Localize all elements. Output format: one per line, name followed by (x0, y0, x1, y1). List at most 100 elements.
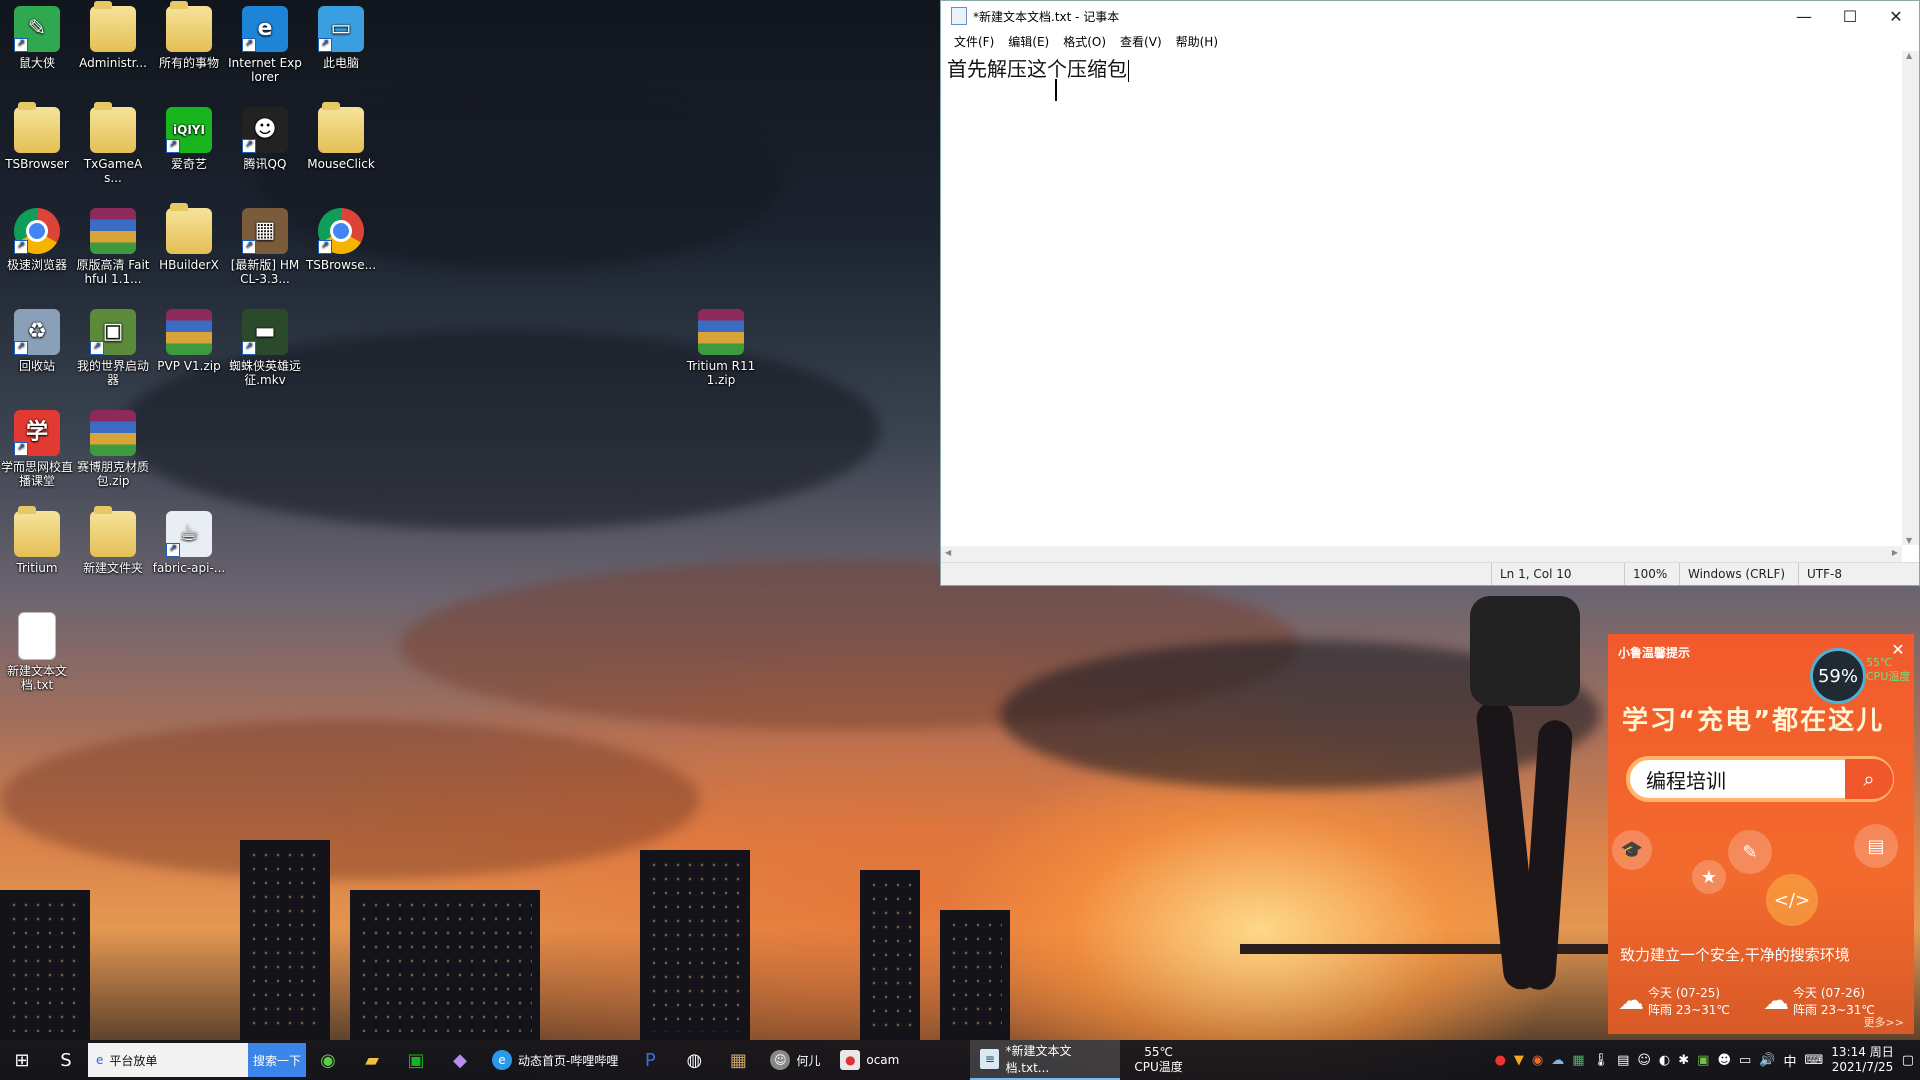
ie-icon: e (96, 1053, 104, 1067)
desktop-icon[interactable]: 所有的事物 (152, 1, 226, 96)
nvidia-icon[interactable]: ▣ (1697, 1053, 1709, 1068)
desktop-icon[interactable]: Administr... (76, 1, 150, 96)
people-icon[interactable]: ☺ (1637, 1053, 1651, 1068)
keyboard-icon[interactable]: ⌨ (1805, 1053, 1824, 1068)
desktop-icon[interactable]: 新建文件夹 (76, 506, 150, 601)
minimize-button[interactable]: — (1781, 1, 1827, 31)
vertical-scrollbar[interactable] (1902, 51, 1919, 545)
360-browser-icon[interactable]: ◉ (306, 1040, 350, 1080)
ime-indicator[interactable]: 中 (1784, 1051, 1797, 1070)
notepad-titlebar[interactable]: *新建文本文档.txt - 记事本 — ☐ ✕ (941, 1, 1919, 31)
desktop-icon[interactable]: ▣ ↗ 我的世界启动器 (76, 305, 150, 399)
graduation-cap-icon: 🎓 (1612, 830, 1652, 870)
desktop-icon[interactable]: MouseClick (304, 102, 378, 197)
shortcut-arrow-icon: ↗ (166, 543, 180, 557)
iqiyi-icon[interactable]: ▣ (394, 1040, 438, 1080)
notepad-text: 首先解压这个压缩包 (947, 57, 1127, 81)
desktop-icon[interactable]: ▦ ↗ [最新版] HMCL-3.3... (228, 204, 302, 298)
search-icon[interactable]: ⌕ (1845, 759, 1893, 799)
desktop-icon[interactable]: PVP V1.zip (152, 305, 226, 399)
taskbar-search-button[interactable]: 搜索一下 (248, 1043, 306, 1077)
popup-search-input[interactable]: 编程培训 (1630, 765, 1845, 794)
desktop-icon[interactable]: TSBrowser (0, 102, 74, 197)
app-icon: ▭ ↗ (318, 6, 364, 52)
record-icon[interactable]: ● (1495, 1053, 1506, 1068)
notepad-text-area[interactable]: 首先解压这个压缩包 (941, 51, 1902, 545)
volume-icon[interactable]: 🔊 (1759, 1053, 1775, 1068)
desktop-icon-label: TSBrowse... (305, 258, 377, 272)
browser-icon: ↗ (318, 208, 364, 254)
firefox-icon[interactable]: ◉ (1532, 1053, 1543, 1068)
desktop-icon[interactable]: 原版高清 Faithful 1.1... (76, 204, 150, 298)
close-button[interactable]: ✕ (1873, 1, 1919, 31)
desktop-icon[interactable]: 赛博朋克材质包.zip (76, 406, 150, 500)
menu-view[interactable]: 查看(V) (1113, 33, 1169, 50)
browser-logo-icon[interactable]: S (44, 1040, 88, 1080)
menu-edit[interactable]: 编辑(E) (1001, 33, 1056, 50)
desktop-icon-label: 蜘蛛侠英雄远征.mkv (228, 359, 301, 387)
desktop-icon[interactable]: ▬ ↗ 蜘蛛侠英雄远征.mkv (228, 305, 302, 399)
chrome-icon[interactable]: ◍ (672, 1040, 716, 1080)
taskbar-app-notepad[interactable]: ≡ *新建文本文档.txt... (970, 1040, 1121, 1080)
shortcut-arrow-icon: ↗ (242, 38, 256, 52)
status-position: Ln 1, Col 10 (1491, 563, 1624, 585)
thermometer-icon[interactable]: 🌡 (1593, 1053, 1610, 1068)
desktop-icon[interactable]: HBuilderX (152, 203, 226, 298)
desktop-icon[interactable]: ✎ ↗ 鼠大侠 (0, 2, 74, 96)
taskbar-app-bilibili[interactable]: e 动态首页-哔哩哔哩 (482, 1040, 628, 1080)
folder-icon (318, 102, 364, 153)
weather-day: ☁ 今天 (07-25) 阵雨 23~31℃ (1618, 974, 1763, 1028)
windows-start-icon[interactable]: ⊞ (0, 1040, 44, 1080)
archive-icon (166, 309, 212, 355)
shield-icon[interactable]: ▼ (1514, 1053, 1524, 1068)
desktop-icon[interactable]: ☕ ↗ fabric-api-... (152, 507, 226, 601)
cloud-sync-icon[interactable]: ☁ (1551, 1053, 1564, 1068)
file-explorer-icon[interactable]: ▰ (350, 1040, 394, 1080)
desktop-icon[interactable]: iQIYI ↗ 爱奇艺 (152, 103, 226, 197)
desktop-icon-label: 此电脑 (322, 56, 359, 70)
menu-help[interactable]: 帮助(H) (1169, 33, 1225, 50)
taskbar: ⊞ S e 平台放单 搜索一下 ◉ ▰ ▣ ◆ e 动态首页-哔哩哔哩 P ◍ ▦ … (0, 1040, 1920, 1080)
spreadsheet-icon[interactable]: ▦ (1572, 1053, 1584, 1068)
popup-more-link[interactable]: 更多>> (1864, 1014, 1904, 1030)
desktop-icon-label: Tritium (16, 561, 58, 575)
desktop-icon[interactable]: TxGameAs... (76, 102, 150, 197)
taskbar-app-ocam[interactable]: ● ocam (830, 1040, 970, 1080)
desktop-icon[interactable]: ↗ TSBrowse... (304, 204, 378, 298)
ad-popup[interactable]: 小鲁温馨提示 ✕ 学习“充电”都在这儿 编程培训 ⌕ 🎓 ★ ✎ </> ▤ 致… (1608, 634, 1914, 1034)
clock[interactable]: 13:14 周日 2021/7/25 (1831, 1045, 1893, 1075)
taskbar-app-he[interactable]: ☺ 何儿 (760, 1040, 830, 1080)
desktop-icon[interactable]: 学 ↗ 学而思网校直播课堂 (0, 406, 74, 500)
desktop-icon[interactable]: Tritium R111.zip (684, 305, 758, 399)
popup-search-box[interactable]: 编程培训 ⌕ (1626, 756, 1894, 802)
bluetooth-icon[interactable]: ✱ (1678, 1053, 1689, 1068)
desktop-icon[interactable]: Tritium (0, 506, 74, 601)
desktop-icon[interactable]: ♻ ↗ 回收站 (0, 305, 74, 399)
mouse-ibeam-cursor (1055, 79, 1057, 101)
shortcut-arrow-icon: ↗ (90, 341, 104, 355)
maps-pin-icon[interactable]: ◆ (438, 1040, 482, 1080)
document-icon[interactable]: ▤ (1617, 1053, 1629, 1068)
desktop-icon-label: TSBrowser (5, 157, 69, 171)
desktop-icon[interactable]: 新建文本文档.txt (0, 608, 74, 702)
maximize-button[interactable]: ☐ (1827, 1, 1873, 31)
minecraft-icon[interactable]: ▦ (716, 1040, 760, 1080)
p-app-icon[interactable]: P (628, 1040, 672, 1080)
desktop-icon[interactable]: ↗ 极速浏览器 (0, 204, 74, 298)
notification-icon[interactable]: ▢ (1902, 1053, 1914, 1068)
horizontal-scrollbar[interactable] (941, 546, 1902, 563)
cpu-usage-widget[interactable]: 59% (1810, 648, 1866, 704)
desktop-icon-label: 原版高清 Faithful 1.1... (76, 258, 150, 286)
menu-file[interactable]: 文件(F) (947, 33, 1001, 50)
wallpaper-railing (1240, 944, 1640, 954)
network-icon[interactable]: ▭ (1739, 1053, 1751, 1068)
qq-icon[interactable]: ☻ (1717, 1053, 1731, 1068)
wechat-icon[interactable]: ◐ (1659, 1053, 1670, 1068)
notepad-window[interactable]: *新建文本文档.txt - 记事本 — ☐ ✕ 文件(F) 编辑(E) 格式(O… (940, 0, 1920, 586)
taskbar-search-input[interactable]: e 平台放单 (88, 1043, 248, 1077)
desktop-icon-label: 回收站 (18, 359, 55, 373)
menu-format[interactable]: 格式(O) (1056, 33, 1113, 50)
desktop-icon[interactable]: ☻ ↗ 腾讯QQ (228, 103, 302, 197)
desktop-icon[interactable]: e ↗ Internet Explorer (228, 2, 302, 96)
desktop-icon[interactable]: ▭ ↗ 此电脑 (304, 2, 378, 96)
